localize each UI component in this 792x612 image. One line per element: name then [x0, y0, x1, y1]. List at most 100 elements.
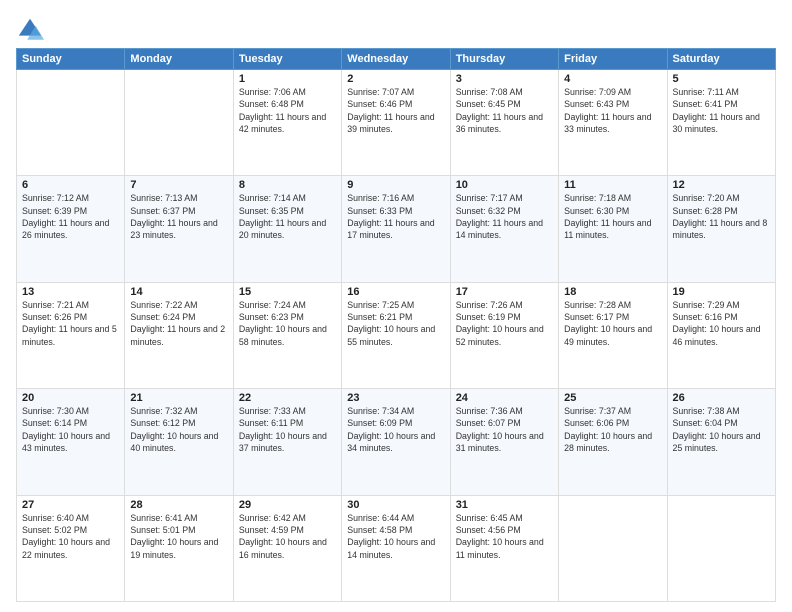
day-info-line: Sunrise: 7:16 AM — [347, 193, 414, 203]
day-info-line: Sunset: 6:33 PM — [347, 206, 412, 216]
day-info: Sunrise: 7:08 AMSunset: 6:45 PMDaylight:… — [456, 86, 553, 135]
day-info-line: Daylight: 10 hours and 52 minutes. — [456, 324, 544, 346]
day-info-line: Daylight: 11 hours and 11 minutes. — [564, 218, 651, 240]
calendar-cell: 20Sunrise: 7:30 AMSunset: 6:14 PMDayligh… — [17, 389, 125, 495]
calendar-cell: 21 Sunrise: 7:32 AM Sunset: 6:12 PM Dayligh… — [125, 389, 233, 495]
day-info-line: Sunrise: 7:18 AM — [564, 193, 631, 203]
day-info: Sunrise: 6:41 AMSunset: 5:01 PMDaylight:… — [130, 512, 227, 561]
day-info: Sunrise: 7:12 AMSunset: 6:39 PMDaylight:… — [22, 192, 119, 241]
day-info-line: Sunset: 6:46 PM — [347, 99, 412, 109]
calendar-cell: 16Sunrise: 7:25 AMSunset: 6:21 PMDayligh… — [342, 282, 450, 388]
day-info: Sunrise: 6:40 AMSunset: 5:02 PMDaylight:… — [22, 512, 119, 561]
day-info-line: Daylight: 11 hours and 5 minutes. — [22, 324, 117, 346]
day-info-line: Daylight: 10 hours and 11 minutes. — [456, 537, 544, 559]
day-info: Sunrise: 7:17 AMSunset: 6:32 PMDaylight:… — [456, 192, 553, 241]
day-info-line: Sunset: 6:17 PM — [564, 312, 629, 322]
day-number: 23 — [347, 392, 444, 404]
day-info-line: Daylight: 10 hours and 25 minutes. — [673, 431, 761, 453]
day-number: 21 — [130, 392, 227, 404]
day-number: 20 — [22, 392, 119, 404]
day-info-line: Daylight: 10 hours and 16 minutes. — [239, 537, 327, 559]
calendar-cell: 5Sunrise: 7:11 AMSunset: 6:41 PMDaylight… — [667, 70, 775, 176]
calendar-cell: 25Sunrise: 7:37 AMSunset: 6:06 PMDayligh… — [559, 389, 667, 495]
day-info-line: Daylight: 11 hours and 26 minutes. — [22, 218, 109, 240]
day-info-line: Sunset: 6:45 PM — [456, 99, 521, 109]
day-info-line: Sunrise: 7:37 AM — [564, 406, 631, 416]
logo-icon — [16, 16, 44, 44]
calendar-cell: 18Sunrise: 7:28 AMSunset: 6:17 PMDayligh… — [559, 282, 667, 388]
day-info-line: Sunrise: 7:22 AM — [130, 300, 197, 310]
day-number: 11 — [564, 179, 661, 191]
day-info-line: Sunrise: 7:36 AM — [456, 406, 523, 416]
weekday-header-wednesday: Wednesday — [342, 49, 450, 70]
day-info-line: Daylight: 11 hours and 2 minutes. — [130, 324, 225, 346]
day-info-line: Sunrise: 7:34 AM — [347, 406, 414, 416]
calendar-cell: 2Sunrise: 7:07 AMSunset: 6:46 PMDaylight… — [342, 70, 450, 176]
day-info: Sunrise: 7:13 AMSunset: 6:37 PMDaylight:… — [130, 192, 227, 241]
day-info: Sunrise: 7:18 AM Sunset: 6:30 PM Daylight:… — [564, 192, 661, 241]
day-info-line: Sunrise: 7:17 AM — [456, 193, 523, 203]
calendar-cell: 15Sunrise: 7:24 AMSunset: 6:23 PMDayligh… — [233, 282, 341, 388]
day-info-line: Daylight: 11 hours and 39 minutes. — [347, 112, 434, 134]
day-info-line: Daylight: 11 hours and 17 minutes. — [347, 218, 434, 240]
day-number: 6 — [22, 179, 119, 191]
day-number: 19 — [673, 286, 770, 298]
day-number: 7 — [130, 179, 227, 191]
day-info-line: Sunset: 4:58 PM — [347, 525, 412, 535]
day-info-line: Daylight: 11 hours and 23 minutes. — [130, 218, 217, 240]
day-info-line: Sunset: 6:48 PM — [239, 99, 304, 109]
calendar-cell: 31Sunrise: 6:45 AMSunset: 4:56 PMDayligh… — [450, 495, 558, 601]
weekday-header-monday: Monday — [125, 49, 233, 70]
day-info: Sunrise: 7:20 AMSunset: 6:28 PMDaylight:… — [673, 192, 770, 241]
day-number: 14 — [130, 286, 227, 298]
day-info-line: Sunset: 6:30 PM — [564, 206, 629, 216]
day-info-line: Sunset: 6:35 PM — [239, 206, 304, 216]
day-info: Sunrise: 6:44 AMSunset: 4:58 PMDaylight:… — [347, 512, 444, 561]
calendar-cell: 30Sunrise: 6:44 AMSunset: 4:58 PMDayligh… — [342, 495, 450, 601]
day-info-line: Sunrise: 7:28 AM — [564, 300, 631, 310]
day-number: 26 — [673, 392, 770, 404]
calendar-cell: 6Sunrise: 7:12 AMSunset: 6:39 PMDaylight… — [17, 176, 125, 282]
day-number: 8 — [239, 179, 336, 191]
day-number: 17 — [456, 286, 553, 298]
week-row-1: 1Sunrise: 7:06 AMSunset: 6:48 PMDaylight… — [17, 70, 776, 176]
day-number: 5 — [673, 73, 770, 85]
day-info-line: Sunrise: 7:13 AM — [130, 193, 197, 203]
day-info: Sunrise: 7:30 AMSunset: 6:14 PMDaylight:… — [22, 405, 119, 454]
day-info-line: Sunrise: 6:40 AM — [22, 513, 89, 523]
day-info-line: Sunset: 4:59 PM — [239, 525, 304, 535]
day-info-line: Sunrise: 7:09 AM — [564, 87, 631, 97]
day-info-line: Daylight: 10 hours and 43 minutes. — [22, 431, 110, 453]
day-info-line: Sunset: 6:12 PM — [130, 418, 195, 428]
day-info-line: Sunrise: 7:29 AM — [673, 300, 740, 310]
calendar-cell: 3Sunrise: 7:08 AMSunset: 6:45 PMDaylight… — [450, 70, 558, 176]
day-info-line: Sunset: 6:21 PM — [347, 312, 412, 322]
logo — [16, 16, 47, 44]
day-info-line: Sunrise: 7:08 AM — [456, 87, 523, 97]
calendar-cell: 11 Sunrise: 7:18 AM Sunset: 6:30 PM Dayligh… — [559, 176, 667, 282]
calendar-cell: 8Sunrise: 7:14 AMSunset: 6:35 PMDaylight… — [233, 176, 341, 282]
day-info-line: Sunset: 4:56 PM — [456, 525, 521, 535]
calendar-cell: 12Sunrise: 7:20 AMSunset: 6:28 PMDayligh… — [667, 176, 775, 282]
calendar-cell: 22Sunrise: 7:33 AMSunset: 6:11 PMDayligh… — [233, 389, 341, 495]
day-info-line: Daylight: 10 hours and 14 minutes. — [347, 537, 435, 559]
day-info: Sunrise: 6:42 AMSunset: 4:59 PMDaylight:… — [239, 512, 336, 561]
day-info-line: Daylight: 10 hours and 40 minutes. — [130, 431, 218, 453]
day-info-line: Sunset: 6:06 PM — [564, 418, 629, 428]
day-number: 24 — [456, 392, 553, 404]
day-number: 22 — [239, 392, 336, 404]
day-info-line: Sunrise: 7:26 AM — [456, 300, 523, 310]
day-info-line: Daylight: 10 hours and 46 minutes. — [673, 324, 761, 346]
day-info-line: Sunrise: 7:21 AM — [22, 300, 89, 310]
calendar-cell — [667, 495, 775, 601]
day-number: 30 — [347, 499, 444, 511]
day-info-line: Sunrise: 7:32 AM — [130, 406, 197, 416]
day-info-line: Sunset: 6:41 PM — [673, 99, 738, 109]
day-info-line: Sunset: 6:19 PM — [456, 312, 521, 322]
day-info: Sunrise: 7:34 AMSunset: 6:09 PMDaylight:… — [347, 405, 444, 454]
day-info-line: Sunrise: 7:25 AM — [347, 300, 414, 310]
day-info-line: Daylight: 11 hours and 8 minutes. — [673, 218, 768, 240]
day-info-line: Daylight: 11 hours and 14 minutes. — [456, 218, 543, 240]
day-number: 15 — [239, 286, 336, 298]
day-number: 18 — [564, 286, 661, 298]
